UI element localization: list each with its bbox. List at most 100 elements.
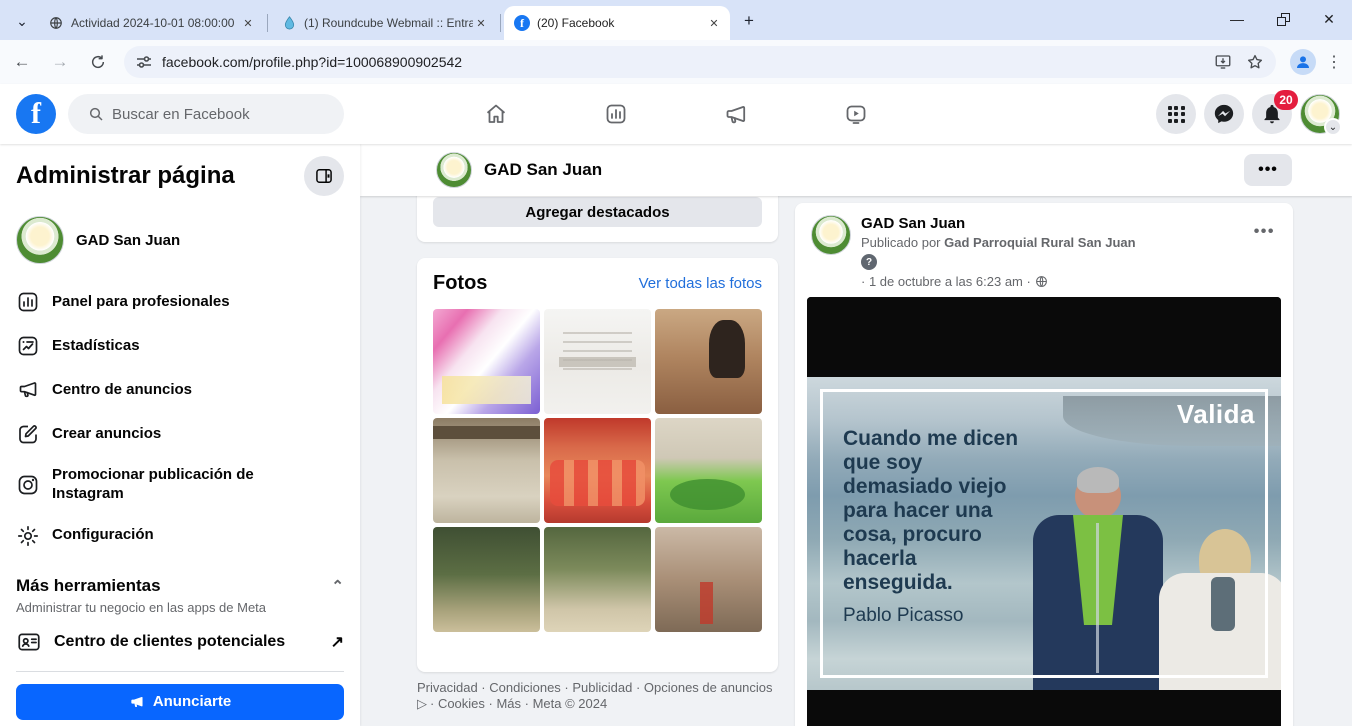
post-author-avatar[interactable] bbox=[811, 215, 851, 255]
instagram-icon bbox=[16, 473, 40, 497]
collapse-sidebar-button[interactable] bbox=[304, 156, 344, 196]
photo-thumbnail[interactable] bbox=[544, 309, 651, 414]
sidebar-item-estadisticas[interactable]: Estadísticas bbox=[16, 324, 344, 368]
page-avatar bbox=[16, 216, 64, 264]
notifications-button[interactable]: 20 bbox=[1252, 94, 1292, 134]
image-letterbox-top bbox=[807, 297, 1281, 377]
restore-icon bbox=[1277, 13, 1290, 26]
sidebar-page-row[interactable]: GAD San Juan bbox=[16, 210, 344, 270]
new-tab-button[interactable]: + bbox=[736, 8, 762, 34]
post-image[interactable]: Valida Cuando me dicen que soy demasiado… bbox=[807, 297, 1281, 726]
tab-facebook-active[interactable]: f (20) Facebook ✕ bbox=[504, 6, 730, 40]
contact-card-icon bbox=[16, 629, 42, 655]
sidebar-item-centro-clientes[interactable]: Centro de clientes potenciales ↗ bbox=[16, 629, 344, 655]
tab-search-button[interactable]: ⌄ bbox=[8, 7, 36, 35]
close-window-button[interactable]: ✕ bbox=[1306, 0, 1352, 38]
advertise-button[interactable]: Anunciarte bbox=[16, 684, 344, 720]
page-name: GAD San Juan bbox=[76, 232, 180, 249]
tab-actividad[interactable]: Actividad 2024-10-01 08:00:00 ✕ bbox=[38, 6, 264, 40]
tab-close-icon[interactable]: ✕ bbox=[473, 15, 489, 31]
photo-thumbnail[interactable] bbox=[655, 527, 762, 632]
photo-grid bbox=[433, 309, 762, 632]
professional-dashboard-icon[interactable] bbox=[604, 102, 628, 126]
insights-icon bbox=[16, 334, 40, 358]
restore-button[interactable] bbox=[1260, 0, 1306, 38]
url-text[interactable]: facebook.com/profile.php?id=100068900902… bbox=[162, 54, 1214, 70]
page-header-avatar[interactable] bbox=[436, 152, 472, 188]
browser-menu-icon[interactable]: ⋮ bbox=[1326, 52, 1342, 72]
roundcube-drop-icon bbox=[281, 15, 297, 31]
facebook-search-input[interactable]: Buscar en Facebook bbox=[68, 94, 344, 134]
browser-titlebar: ⌄ Actividad 2024-10-01 08:00:00 ✕ (1) Ro… bbox=[0, 0, 1352, 40]
beach-scene: Valida Cuando me dicen que soy demasiado… bbox=[807, 377, 1281, 690]
photo-thumbnail[interactable] bbox=[433, 309, 540, 414]
tab-close-icon[interactable]: ✕ bbox=[706, 15, 722, 31]
more-tools-subtitle: Administrar tu negocio en las apps de Me… bbox=[16, 600, 344, 615]
sidebar-item-label: Crear anuncios bbox=[52, 425, 161, 444]
site-settings-icon[interactable] bbox=[136, 54, 152, 70]
install-app-icon[interactable] bbox=[1214, 53, 1232, 71]
tab-roundcube[interactable]: (1) Roundcube Webmail :: Entra ✕ bbox=[271, 6, 497, 40]
page-more-button[interactable]: ••• bbox=[1244, 154, 1292, 186]
photo-thumbnail[interactable] bbox=[433, 418, 540, 523]
tab-title: (1) Roundcube Webmail :: Entra bbox=[304, 16, 473, 30]
minimize-button[interactable]: — bbox=[1214, 0, 1260, 38]
video-icon[interactable] bbox=[844, 102, 868, 126]
search-placeholder: Buscar en Facebook bbox=[112, 106, 250, 123]
photo-thumbnail[interactable] bbox=[544, 418, 651, 523]
photo-thumbnail[interactable] bbox=[544, 527, 651, 632]
more-tools-title: Más herramientas bbox=[16, 576, 161, 596]
see-all-photos-link[interactable]: Ver todas las fotos bbox=[639, 275, 762, 292]
grid-icon bbox=[1168, 106, 1185, 123]
post-timestamp[interactable]: · 1 de octubre a las 6:23 am · bbox=[861, 274, 1031, 289]
post-author-name[interactable]: GAD San Juan bbox=[861, 215, 1136, 232]
sidebar-item-centro-anuncios[interactable]: Centro de anuncios bbox=[16, 368, 344, 412]
photo-thumbnail[interactable] bbox=[655, 418, 762, 523]
search-icon bbox=[88, 106, 104, 122]
globe-privacy-icon bbox=[1035, 275, 1048, 288]
sidebar-item-label: Centro de clientes potenciales bbox=[54, 633, 285, 651]
chevron-up-icon[interactable]: ⌃ bbox=[331, 577, 344, 595]
published-by-page[interactable]: Gad Parroquial Rural San Juan bbox=[944, 235, 1135, 250]
footer-links-line1[interactable]: Privacidad · Condiciones · Publicidad · … bbox=[417, 680, 773, 696]
browser-profile-avatar[interactable] bbox=[1290, 49, 1316, 75]
tab-close-icon[interactable]: ✕ bbox=[240, 15, 256, 31]
megaphone-icon bbox=[129, 694, 145, 710]
advertise-button-label: Anunciarte bbox=[153, 693, 231, 710]
question-badge-icon[interactable]: ? bbox=[861, 254, 877, 270]
tab-separator bbox=[267, 14, 268, 32]
add-highlights-button[interactable]: Agregar destacados bbox=[433, 197, 762, 227]
messenger-button[interactable] bbox=[1204, 94, 1244, 134]
forward-button[interactable]: → bbox=[44, 46, 76, 78]
globe-icon bbox=[48, 15, 64, 31]
more-tools-section: Más herramientas ⌃ Administrar tu negoci… bbox=[16, 576, 344, 655]
profile-avatar[interactable]: ⌄ bbox=[1300, 94, 1340, 134]
back-button[interactable]: ← bbox=[6, 46, 38, 78]
reload-button[interactable] bbox=[82, 46, 114, 78]
photo-thumbnail[interactable] bbox=[655, 309, 762, 414]
notification-badge: 20 bbox=[1274, 90, 1298, 110]
photos-card: Fotos Ver todas las fotos bbox=[417, 258, 778, 672]
admin-sidebar: Administrar página GAD San Juan Panel pa… bbox=[0, 144, 360, 726]
sidebar-item-panel-profesionales[interactable]: Panel para profesionales bbox=[16, 280, 344, 324]
photo-thumbnail[interactable] bbox=[433, 527, 540, 632]
home-icon[interactable] bbox=[484, 102, 508, 126]
bookmark-star-icon[interactable] bbox=[1246, 53, 1264, 71]
facebook-logo[interactable]: f bbox=[16, 94, 56, 134]
published-by-prefix: Publicado por bbox=[861, 235, 941, 250]
sidebar-item-promocionar-instagram[interactable]: Promocionar publicación de Instagram bbox=[16, 456, 344, 514]
photos-title: Fotos bbox=[433, 272, 487, 295]
footer-links-line2[interactable]: · Cookies · Más · Meta © 2024 bbox=[430, 696, 607, 712]
adchoices-icon: ▷ bbox=[417, 696, 427, 712]
url-bar[interactable]: facebook.com/profile.php?id=100068900902… bbox=[124, 46, 1276, 78]
main-content: Agregar destacados Fotos Ver todas las f… bbox=[360, 144, 1352, 726]
post-menu-button[interactable]: ••• bbox=[1254, 223, 1275, 241]
gear-icon bbox=[16, 524, 40, 548]
sidebar-item-configuracion[interactable]: Configuración bbox=[16, 514, 344, 558]
ads-megaphone-icon[interactable] bbox=[724, 102, 748, 126]
create-pencil-icon bbox=[16, 422, 40, 446]
window-controls: — ✕ bbox=[1214, 0, 1352, 38]
browser-window: ⌄ Actividad 2024-10-01 08:00:00 ✕ (1) Ro… bbox=[0, 0, 1352, 726]
sidebar-item-crear-anuncios[interactable]: Crear anuncios bbox=[16, 412, 344, 456]
apps-menu-button[interactable] bbox=[1156, 94, 1196, 134]
